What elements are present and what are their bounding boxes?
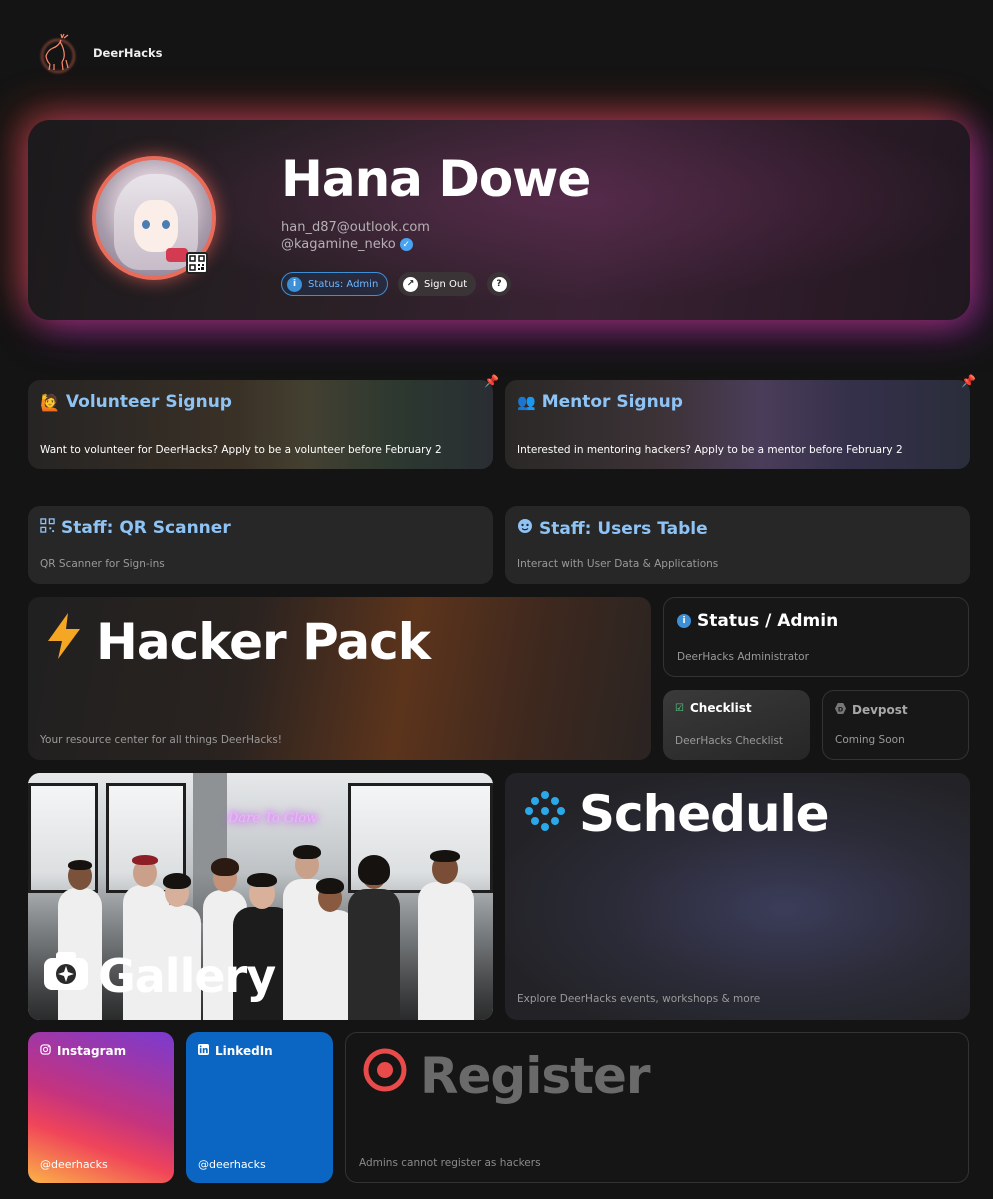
instagram-icon [40, 1044, 51, 1058]
hacker-pack-title: Hacker Pack [44, 611, 431, 673]
checklist-icon: ☑ [675, 702, 684, 714]
instagram-card[interactable]: Instagram @deerhacks [28, 1032, 174, 1183]
register-desc: Admins cannot register as hackers [359, 1157, 541, 1169]
register-title: Register [362, 1047, 651, 1105]
qr-scanner-card[interactable]: Staff: QR Scanner QR Scanner for Sign-in… [28, 506, 493, 584]
hacker-pack-card[interactable]: Hacker Pack Your resource center for all… [28, 597, 651, 760]
sign-out-label: Sign Out [424, 278, 468, 290]
info-icon: i [677, 614, 691, 628]
devpost-card[interactable]: D Devpost Coming Soon [822, 690, 969, 760]
verified-check-icon: ✓ [399, 238, 413, 251]
profile-handle-text: @kagamine_neko [281, 237, 396, 252]
instagram-handle: @deerhacks [40, 1158, 108, 1171]
status-pill-label: Status: Admin [308, 278, 379, 290]
users-table-card[interactable]: Staff: Users Table Interact with User Da… [505, 506, 970, 584]
qr-code-icon [40, 518, 55, 538]
linkedin-handle: @deerhacks [198, 1158, 266, 1171]
person-raising-hand-icon: 🙋 [40, 392, 60, 412]
linkedin-title: LinkedIn [198, 1044, 273, 1058]
help-button[interactable]: ? [487, 272, 511, 296]
brand-name: DeerHacks [93, 46, 163, 60]
profile-name: Hana Dowe [281, 150, 591, 208]
instagram-title-text: Instagram [57, 1044, 127, 1058]
checklist-title: ☑ Checklist [675, 701, 752, 715]
devpost-icon: D [835, 703, 846, 717]
mentor-title: 👥 Mentor Signup [517, 392, 683, 412]
qr-code-icon[interactable] [186, 252, 208, 274]
checklist-desc: DeerHacks Checklist [675, 735, 784, 747]
status-admin-title-text: Status / Admin [697, 611, 839, 631]
checklist-title-text: Checklist [689, 701, 752, 715]
pin-icon: 📌 [961, 374, 976, 388]
lightning-bolt-icon [44, 611, 84, 673]
instagram-title: Instagram [40, 1044, 126, 1058]
neon-sign: Dare To Glow [228, 811, 318, 826]
status-pill[interactable]: i Status: Admin [281, 272, 389, 296]
pin-icon: 📌 [484, 374, 499, 388]
gallery-card[interactable]: Dare To Glow Gallery [28, 773, 493, 1020]
devpost-desc: Coming Soon [835, 734, 905, 746]
users-table-title: Staff: Users Table [517, 518, 708, 539]
status-admin-title: i Status / Admin [677, 611, 838, 631]
hacker-pack-desc: Your resource center for all things Deer… [40, 734, 283, 746]
gallery-title: Gallery [42, 949, 276, 1003]
external-arrow-icon: ↗ [403, 276, 418, 292]
schedule-card[interactable]: Schedule Explore DeerHacks events, works… [505, 773, 970, 1020]
qr-scanner-desc: QR Scanner for Sign-ins [40, 558, 165, 570]
volunteer-title-text: Volunteer Signup [65, 392, 232, 412]
sign-out-button[interactable]: ↗ Sign Out [398, 272, 477, 296]
checklist-card[interactable]: ☑ Checklist DeerHacks Checklist [663, 690, 810, 760]
deerhacks-logo-icon[interactable] [38, 32, 78, 76]
qr-scanner-title-text: Staff: QR Scanner [61, 518, 231, 538]
linkedin-card[interactable]: LinkedIn @deerhacks [186, 1032, 333, 1183]
schedule-title: Schedule [525, 785, 830, 843]
users-table-desc: Interact with User Data & Applications [517, 558, 719, 570]
register-card[interactable]: Register Admins cannot register as hacke… [345, 1032, 969, 1183]
dots-cluster-icon [525, 785, 565, 843]
record-circle-icon [362, 1047, 408, 1105]
devpost-title: D Devpost [835, 703, 908, 717]
schedule-title-text: Schedule [579, 785, 830, 843]
users-table-title-text: Staff: Users Table [539, 518, 708, 539]
qr-scanner-title: Staff: QR Scanner [40, 518, 231, 538]
hacker-pack-title-text: Hacker Pack [96, 613, 431, 671]
devpost-title-text: Devpost [852, 703, 908, 717]
profile-handle: @kagamine_neko ✓ [281, 237, 413, 252]
mentor-signup-card[interactable]: 👥 Mentor Signup Interested in mentoring … [505, 380, 970, 469]
linkedin-title-text: LinkedIn [215, 1044, 273, 1058]
status-admin-card[interactable]: i Status / Admin DeerHacks Administrator [663, 597, 969, 677]
mentor-desc: Interested in mentoring hackers? Apply t… [517, 444, 903, 456]
register-title-text: Register [420, 1047, 651, 1105]
gallery-title-text: Gallery [98, 949, 276, 1003]
volunteer-signup-card[interactable]: 🙋 Volunteer Signup Want to volunteer for… [28, 380, 493, 469]
camera-icon [42, 949, 90, 1003]
mentor-icon: 👥 [517, 393, 536, 411]
info-icon: i [287, 276, 302, 292]
status-admin-desc: DeerHacks Administrator [677, 651, 809, 663]
linkedin-icon [198, 1044, 209, 1058]
volunteer-desc: Want to volunteer for DeerHacks? Apply t… [40, 444, 442, 456]
svg-text:D: D [838, 705, 843, 713]
volunteer-title: 🙋 Volunteer Signup [40, 392, 232, 412]
mentor-title-text: Mentor Signup [541, 392, 683, 412]
question-icon: ? [491, 276, 507, 292]
schedule-desc: Explore DeerHacks events, workshops & mo… [517, 993, 761, 1005]
user-face-icon [517, 518, 533, 539]
profile-email: han_d87@outlook.com [281, 220, 430, 235]
